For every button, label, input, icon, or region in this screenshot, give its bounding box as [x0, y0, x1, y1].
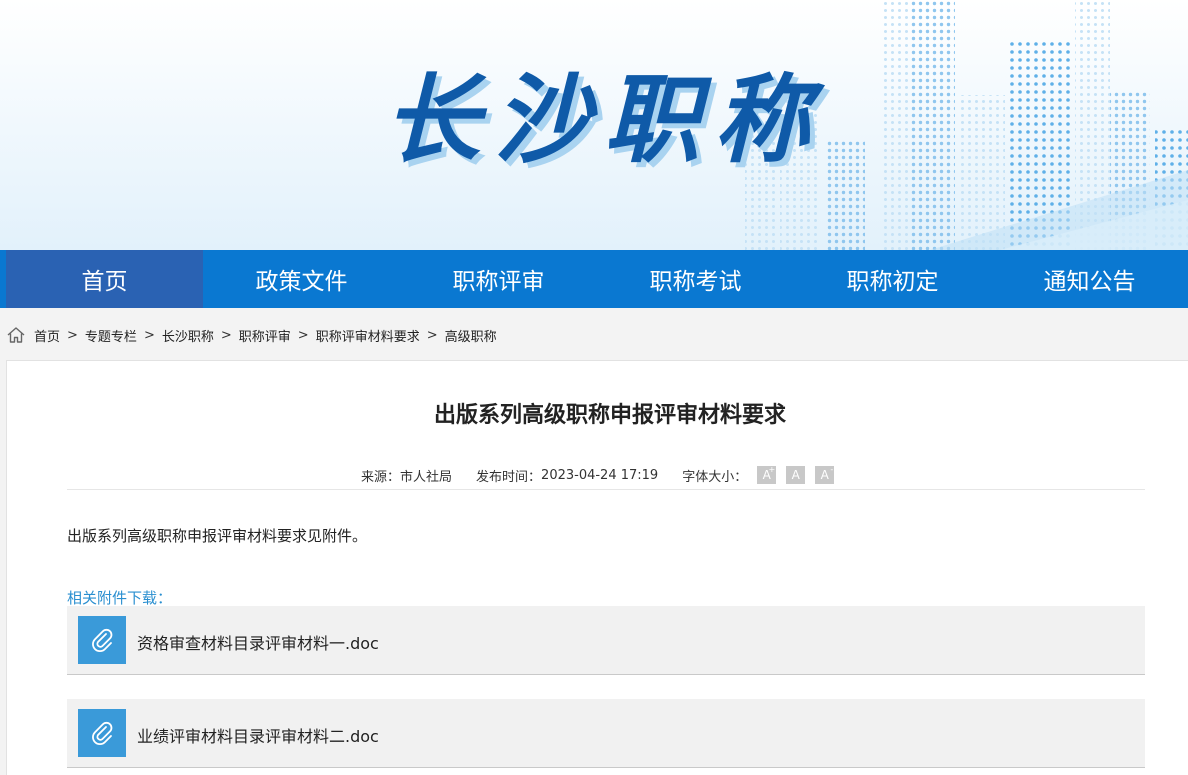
- paperclip-icon: [78, 616, 126, 664]
- nav-item-title-review[interactable]: 职称评审: [400, 250, 597, 308]
- breadcrumb-separator: >: [426, 327, 438, 343]
- attachment-file-name[interactable]: 资格审查材料目录评审材料一.doc: [137, 630, 379, 654]
- attachment-file-name[interactable]: 业绩评审材料目录评审材料二.doc: [137, 723, 379, 747]
- breadcrumb-separator: >: [67, 327, 78, 343]
- site-title: 长沙职称: [384, 64, 824, 176]
- publish-time-label: 发布时间：: [476, 469, 542, 485]
- attachment-item[interactable]: 资格审查材料目录评审材料一.doc: [67, 606, 1145, 675]
- article-meta: 来源： 市人社局 发布时间： 2023-04-24 17:19 字体大小： A +…: [361, 464, 835, 486]
- font-increase-button[interactable]: A +: [757, 465, 777, 484]
- nav-item-notices[interactable]: 通知公告: [991, 250, 1188, 308]
- nav-item-title-exam[interactable]: 职称考试: [597, 250, 794, 308]
- meta-divider: [67, 489, 1145, 490]
- breadcrumb-separator: >: [220, 327, 232, 343]
- breadcrumb-item-senior-title[interactable]: 高级职称: [445, 326, 497, 345]
- breadcrumb-item-title-review[interactable]: 职称评审: [239, 326, 291, 345]
- nav-item-policy-documents[interactable]: 政策文件: [203, 250, 400, 308]
- article-body: 出版系列高级职称申报评审材料要求见附件。: [67, 527, 368, 545]
- font-normal-button[interactable]: A: [786, 466, 806, 484]
- breadcrumb-item-changsha-titles[interactable]: 长沙职称: [162, 326, 214, 345]
- nav-item-home[interactable]: 首页: [6, 250, 203, 308]
- main-nav: 首页 政策文件 职称评审 职称考试 职称初定 通知公告: [0, 250, 1188, 308]
- home-icon[interactable]: [6, 325, 26, 345]
- breadcrumb: 首页 > 专题专栏 > 长沙职称 > 职称评审 > 职称评审材料要求 > 高级职…: [6, 323, 497, 347]
- font-size-label: 字体大小：: [682, 469, 748, 485]
- breadcrumb-item-home[interactable]: 首页: [34, 326, 60, 345]
- attachment-item[interactable]: 业绩评审材料目录评审材料二.doc: [67, 699, 1145, 768]
- source-label: 来源：: [361, 469, 401, 485]
- breadcrumb-separator: >: [297, 327, 309, 343]
- nav-item-title-initial[interactable]: 职称初定: [794, 250, 991, 308]
- paperclip-icon: [78, 709, 126, 757]
- publish-time-value: 2023-04-24 17:19: [541, 467, 659, 483]
- header-banner: 长沙职称: [0, 0, 1188, 250]
- breadcrumb-item-special-column[interactable]: 专题专栏: [85, 326, 137, 345]
- font-decrease-button[interactable]: A-: [815, 465, 835, 484]
- breadcrumb-separator: >: [143, 327, 155, 343]
- source-value: 市人社局: [400, 469, 453, 485]
- attachments-heading: 相关附件下载：: [67, 589, 173, 607]
- article-card: 出版系列高级职称申报评审材料要求 来源： 市人社局 发布时间： 2023-04-…: [6, 360, 1188, 775]
- article-title: 出版系列高级职称申报评审材料要求: [433, 403, 786, 428]
- breadcrumb-item-review-requirements[interactable]: 职称评审材料要求: [316, 326, 420, 345]
